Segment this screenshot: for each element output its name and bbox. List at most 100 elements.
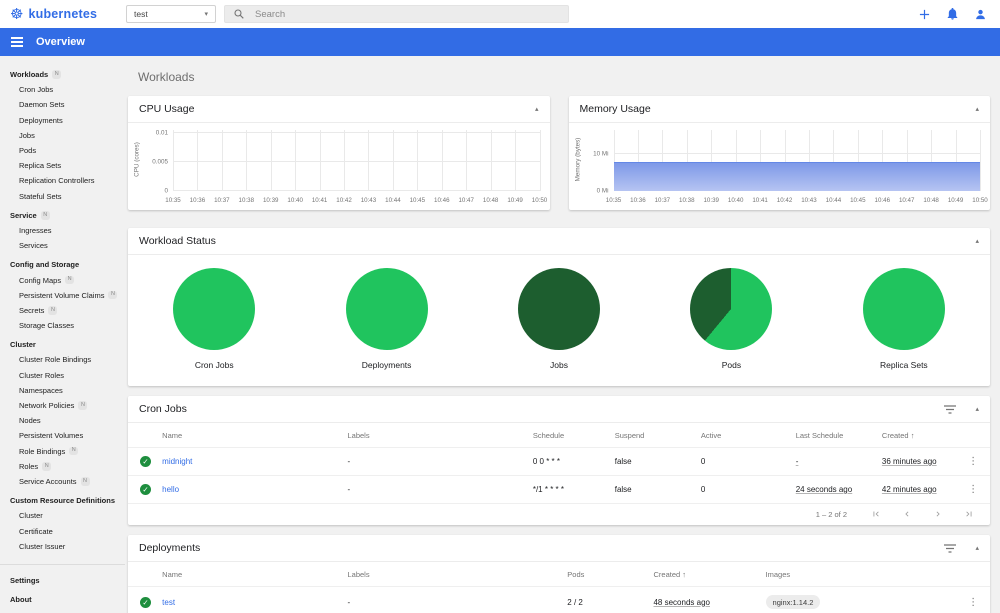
sidebar-item-service[interactable]: Service N [0,208,125,223]
sidebar-item-roles[interactable]: Roles N [0,459,125,474]
sort-ascending-icon: ↑ [910,431,915,440]
sidebar-item-label: Workloads [10,70,49,80]
cpu-usage-card: CPU Usage ▴ CPU (cores) 0 0.005 0.01 10:35… [128,96,550,210]
collapse-caret-icon[interactable]: ▴ [975,544,979,552]
sidebar-item-services[interactable]: Services [0,238,125,253]
sidebar-item-cluster-roles[interactable]: Cluster Roles [0,368,125,383]
sidebar-item-ingresses[interactable]: Ingresses [0,223,125,238]
table-header-row: Name Labels Schedule Suspend Active Last… [128,423,990,448]
col-schedule[interactable]: Schedule [529,423,611,448]
sidebar-item-about[interactable]: About [0,590,125,609]
sidebar-item-stateful-sets[interactable]: Stateful Sets [0,189,125,204]
create-resource-plus-icon[interactable] [919,9,930,20]
x-tick-label: 10:41 [311,197,328,204]
sidebar-item-namespaces[interactable]: Namespaces [0,383,125,398]
sidebar-item-daemon-sets[interactable]: Daemon Sets [0,97,125,112]
cronjob-link[interactable]: hello [162,485,179,494]
row-menu-icon[interactable]: ⋮ [968,456,978,467]
col-created[interactable]: Created ↑ [649,562,761,587]
col-suspend[interactable]: Suspend [611,423,697,448]
x-tick-label: 10:37 [214,197,230,204]
sidebar-item-label: Replication Controllers [19,176,95,186]
user-account-icon[interactable] [975,9,986,20]
sidebar-item-workloads[interactable]: Workloads N [0,67,125,82]
collapse-caret-icon[interactable]: ▴ [975,237,979,245]
notifications-bell-icon[interactable] [947,8,958,20]
search-bar[interactable] [224,5,569,23]
table-row[interactable]: ✓ hello - */1 * * * * false 0 24 seconds… [128,475,990,503]
x-tick-label: 10:43 [801,197,817,204]
x-tick-label: 10:43 [360,197,377,204]
x-tick-label: 10:46 [874,197,891,204]
x-tick-label: 10:36 [189,197,206,204]
col-name[interactable]: Name [158,562,343,587]
row-menu-icon[interactable]: ⋮ [968,484,978,495]
sidebar-item-label: Stateful Sets [19,191,62,201]
filter-icon[interactable] [944,543,957,553]
filter-icon[interactable] [944,404,957,414]
pie-chart-replica-sets [862,268,945,350]
col-name[interactable]: Name [158,423,343,448]
cell-labels: - [343,475,529,503]
x-tick-label: 10:38 [679,197,695,204]
kubernetes-logo[interactable]: ☸ kubernetes [10,7,126,22]
sidebar-item-cluster-issuer[interactable]: Cluster Issuer [0,539,125,554]
collapse-caret-icon[interactable]: ▴ [535,105,539,113]
sidebar-item-deployments[interactable]: Deployments [0,113,125,128]
namespace-select[interactable]: test ▾ [126,5,216,23]
pie-chart-jobs [518,268,601,350]
sidebar-item-config-maps[interactable]: Config Maps N [0,272,125,287]
table-row[interactable]: ✓ midnight - 0 0 * * * false 0 - 36 minu… [128,447,990,476]
sidebar-item-persistent-volume-claims[interactable]: Persistent Volume Claims N [0,288,125,303]
x-tick-label: 10:39 [262,197,279,204]
col-images[interactable]: Images [762,562,965,587]
sidebar-item-jobs[interactable]: Jobs [0,128,125,143]
sidebar-item-persistent-volumes[interactable]: Persistent Volumes [0,428,125,443]
status-ok-icon: ✓ [140,456,151,467]
deployment-link[interactable]: test [162,598,175,607]
col-active[interactable]: Active [697,423,792,448]
sidebar: Workloads N Cron Jobs Daemon Sets Deployment… [0,56,125,613]
sidebar-item-network-policies[interactable]: Network Policies N [0,398,125,413]
x-tick-label: 10:37 [654,197,671,204]
col-last-schedule[interactable]: Last Schedule [792,423,878,448]
sidebar-item-cron-jobs[interactable]: Cron Jobs [0,82,125,97]
sidebar-item-pods[interactable]: Pods [0,143,125,158]
sidebar-item-certificate[interactable]: Certificate [0,523,125,538]
col-pods[interactable]: Pods [563,562,649,587]
row-menu-icon[interactable]: ⋮ [968,597,978,608]
sidebar-item-replica-sets[interactable]: Replica Sets [0,158,125,173]
col-labels[interactable]: Labels [343,562,563,587]
sidebar-item-role-bindings[interactable]: Role Bindings N [0,444,125,459]
table-row[interactable]: ✓ test - 2 / 2 48 seconds ago nginx:1.14… [128,586,990,613]
sidebar-item-service-accounts[interactable]: Service Accounts N [0,474,125,489]
sidebar-divider [0,563,125,565]
sidebar-item-label: Namespaces [19,385,63,395]
sidebar-item-storage-classes[interactable]: Storage Classes [0,318,125,333]
sidebar-item-config-and-storage: Config and Storage [0,257,125,272]
sidebar-item-nodes[interactable]: Nodes [0,413,125,428]
pagination-range: 1 – 2 of 2 [815,509,847,519]
last-page-icon[interactable] [964,509,974,519]
sidebar-item-label: Jobs [19,130,35,140]
sidebar-item-cluster-role-bindings[interactable]: Cluster Role Bindings [0,352,125,367]
sidebar-item-secrets[interactable]: Secrets N [0,303,125,318]
y-axis-label: Memory (bytes) [574,137,581,182]
col-labels[interactable]: Labels [344,423,529,448]
col-created[interactable]: Created ↑ [878,423,964,448]
previous-page-icon[interactable] [902,509,912,519]
namespaced-badge: N [52,70,62,79]
first-page-icon[interactable] [871,509,881,519]
page-title: Workloads [138,70,195,84]
hamburger-menu-icon[interactable] [11,36,23,48]
sidebar-item-cluster[interactable]: Cluster [0,508,125,523]
sidebar-item-replication-controllers[interactable]: Replication Controllers [0,173,125,188]
cronjob-link[interactable]: midnight [162,457,192,466]
x-tick-label: 10:42 [336,197,352,204]
search-input[interactable] [253,7,559,21]
collapse-caret-icon[interactable]: ▴ [975,105,979,113]
collapse-caret-icon[interactable]: ▴ [975,405,979,413]
x-tick-label: 10:46 [434,197,450,204]
next-page-icon[interactable] [933,509,943,519]
sidebar-item-settings[interactable]: Settings [0,571,125,590]
